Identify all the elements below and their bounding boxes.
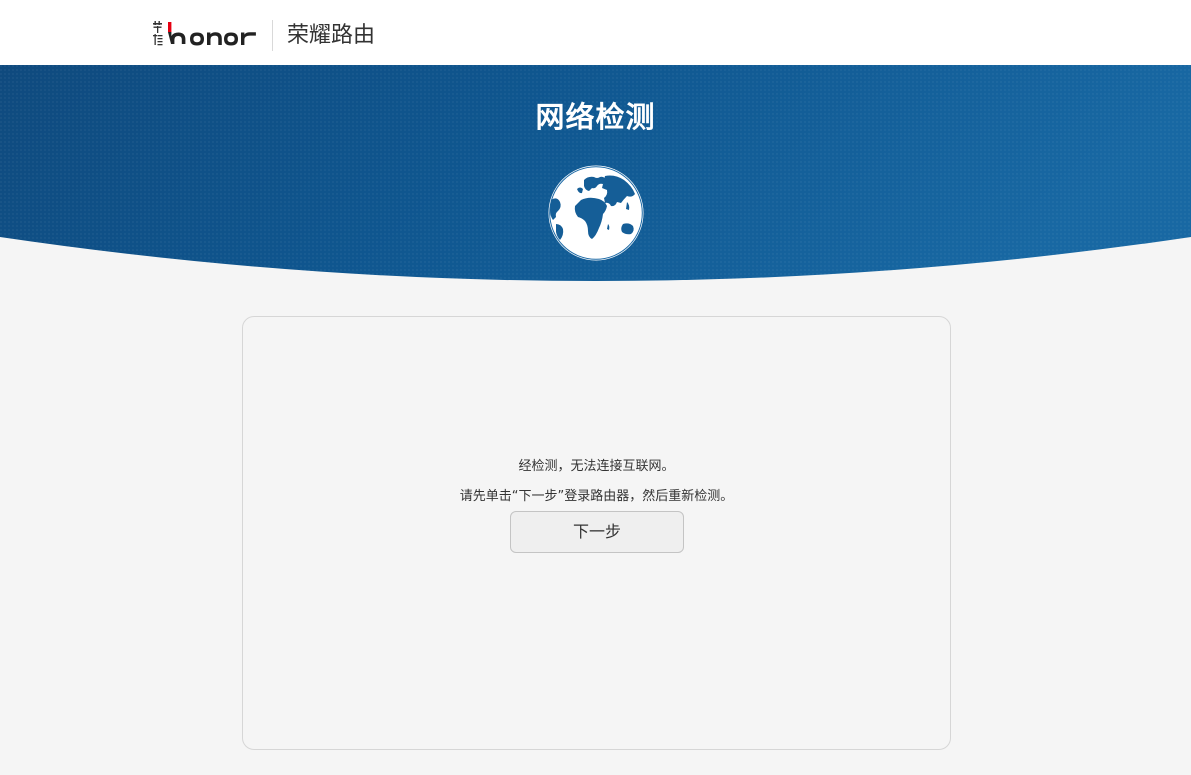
result-message: 经检测，无法连接互联网。 bbox=[518, 459, 675, 474]
honor-logo bbox=[153, 21, 256, 46]
globe-icon bbox=[548, 165, 644, 261]
product-name: 荣耀路由 bbox=[287, 23, 376, 48]
header-banner: 网络检测 bbox=[0, 65, 1191, 281]
logo-divider bbox=[272, 20, 273, 51]
instruction-message: 请先单击“下一步”登录路由器，然后重新检测。 bbox=[459, 489, 734, 504]
page-title: 网络检测 bbox=[535, 100, 656, 134]
next-button[interactable]: 下一步 bbox=[510, 511, 684, 553]
result-card: 经检测，无法连接互联网。 请先单击“下一步”登录路由器，然后重新检测。 下一步 bbox=[242, 316, 951, 750]
top-bar: 荣耀路由 bbox=[0, 0, 1191, 65]
